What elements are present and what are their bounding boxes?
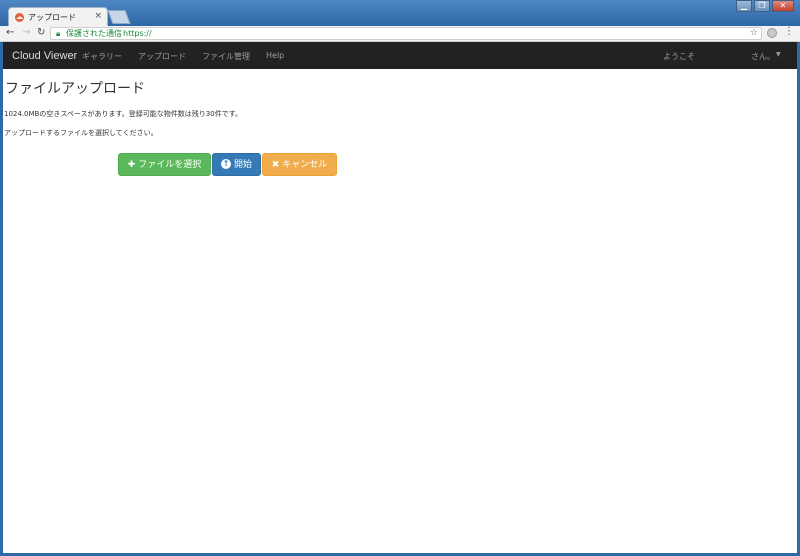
url-separator: |: [118, 29, 121, 38]
close-icon: ✖: [271, 160, 280, 170]
start-button[interactable]: ↑ 開始: [212, 153, 261, 176]
tab-title: アップロード: [28, 13, 76, 22]
cancel-button[interactable]: ✖ キャンセル: [262, 153, 337, 176]
chevron-down-icon[interactable]: ▼: [776, 51, 781, 58]
back-icon[interactable]: ←: [6, 27, 14, 38]
upload-circle-icon: ↑: [220, 158, 231, 169]
browser-toolbar: ← → ↻ 🔒︎ 保護された通信 | https:// ☆ ⋮: [0, 26, 800, 42]
favicon-icon: ☁: [15, 13, 24, 22]
extension-icon[interactable]: [767, 28, 777, 38]
maximize-icon[interactable]: ❐: [754, 0, 770, 12]
page-title: ファイルアップロード: [5, 81, 145, 97]
url-text[interactable]: https://: [123, 28, 152, 39]
select-file-button[interactable]: ✚ ファイルを選択: [118, 153, 211, 176]
lock-icon: 🔒︎: [56, 29, 61, 38]
address-bar[interactable]: 🔒︎ 保護された通信 | https:// ☆: [50, 27, 762, 40]
nav-gallery[interactable]: ギャラリー: [82, 51, 122, 62]
minimize-icon[interactable]: ▁: [736, 0, 752, 12]
cancel-label: キャンセル: [282, 160, 328, 170]
navbar: Cloud Viewer ギャラリー アップロード ファイル管理 Help よう…: [3, 42, 797, 69]
nav-help[interactable]: Help: [266, 51, 284, 62]
bookmark-star-icon[interactable]: ☆: [750, 28, 758, 39]
browser-tab[interactable]: ☁ アップロード ×: [8, 7, 108, 27]
forward-icon[interactable]: →: [22, 27, 30, 38]
close-window-icon[interactable]: ✕: [772, 0, 794, 12]
new-tab-button[interactable]: [107, 10, 131, 24]
select-file-label: ファイルを選択: [138, 160, 202, 170]
nav-links: ギャラリー アップロード ファイル管理 Help: [82, 51, 300, 62]
tab-close-icon[interactable]: ×: [94, 11, 102, 21]
plus-icon: ✚: [127, 160, 136, 170]
space-info: 1024.0MBの空きスペースがあります。登録可能な物件数は残り30件です。: [4, 110, 243, 118]
reload-icon[interactable]: ↻: [37, 27, 45, 38]
browser-window: ☁ アップロード × ▁ ❐ ✕ ← → ↻ 🔒︎ 保護された通信 | http…: [0, 0, 800, 556]
page-viewport: Cloud Viewer ギャラリー アップロード ファイル管理 Help よう…: [3, 42, 797, 553]
window-controls: ▁ ❐ ✕: [736, 0, 794, 12]
instruction-text: アップロードするファイルを選択してください。: [4, 129, 158, 137]
title-bar: ☁ アップロード × ▁ ❐ ✕: [0, 0, 800, 27]
user-menu[interactable]: さん。: [751, 51, 775, 62]
nav-upload[interactable]: アップロード: [138, 51, 186, 62]
secure-label: 保護された通信: [66, 29, 122, 38]
welcome-text: ようこそ: [663, 52, 695, 61]
browser-menu-icon[interactable]: ⋮: [784, 26, 794, 37]
nav-file-management[interactable]: ファイル管理: [202, 51, 250, 62]
start-label: 開始: [233, 160, 252, 170]
navbar-brand[interactable]: Cloud Viewer: [12, 50, 77, 62]
